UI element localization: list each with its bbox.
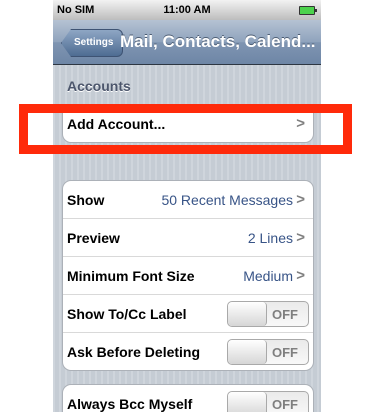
minimum-font-size-value: Medium [243, 268, 293, 284]
ask-before-deleting-label: Ask Before Deleting [67, 344, 201, 360]
toggle-state: OFF [272, 397, 298, 412]
preview-row[interactable]: Preview 2 Lines > [63, 218, 313, 256]
highlight-annotation-box [19, 104, 352, 154]
minimum-font-size-label: Minimum Font Size [67, 268, 195, 284]
show-tocc-toggle[interactable]: OFF [227, 301, 309, 327]
ask-before-deleting-row: Ask Before Deleting OFF [63, 332, 313, 370]
show-label: Show [67, 192, 105, 208]
toggle-state: OFF [272, 307, 298, 322]
iphone-screen: No SIM 11:00 AM Settings Mail, Contacts,… [53, 0, 321, 412]
toggle-state: OFF [272, 345, 298, 360]
show-row[interactable]: Show 50 Recent Messages > [63, 181, 313, 218]
show-tocc-row: Show To/Cc Label OFF [63, 294, 313, 332]
status-time: 11:00 AM [163, 4, 211, 16]
page-title: Mail, Contacts, Calend... [120, 32, 316, 51]
chevron-right-icon: > [296, 191, 305, 208]
chevron-right-icon: > [296, 267, 305, 284]
mail-settings-group: Show 50 Recent Messages > Preview 2 Line… [62, 180, 314, 371]
navigation-bar: Settings Mail, Contacts, Calend... [53, 20, 321, 65]
bcc-group: Always Bcc Myself OFF [62, 384, 314, 412]
accounts-section-header: Accounts [67, 78, 131, 94]
battery-icon [299, 6, 317, 15]
minimum-font-size-row[interactable]: Minimum Font Size Medium > [63, 256, 313, 294]
ask-before-deleting-toggle[interactable]: OFF [227, 339, 309, 365]
toggle-knob [228, 302, 267, 326]
preview-value: 2 Lines [247, 230, 293, 246]
always-bcc-label: Always Bcc Myself [67, 396, 193, 412]
toggle-knob [228, 392, 267, 412]
preview-label: Preview [67, 230, 120, 246]
toggle-knob [228, 340, 267, 364]
always-bcc-toggle[interactable]: OFF [227, 391, 309, 412]
show-tocc-label: Show To/Cc Label [67, 306, 187, 322]
show-value: 50 Recent Messages [161, 192, 293, 208]
always-bcc-row: Always Bcc Myself OFF [63, 385, 313, 412]
status-bar: No SIM 11:00 AM [53, 0, 321, 20]
chevron-right-icon: > [296, 229, 305, 246]
settings-back-button[interactable]: Settings [61, 29, 124, 57]
